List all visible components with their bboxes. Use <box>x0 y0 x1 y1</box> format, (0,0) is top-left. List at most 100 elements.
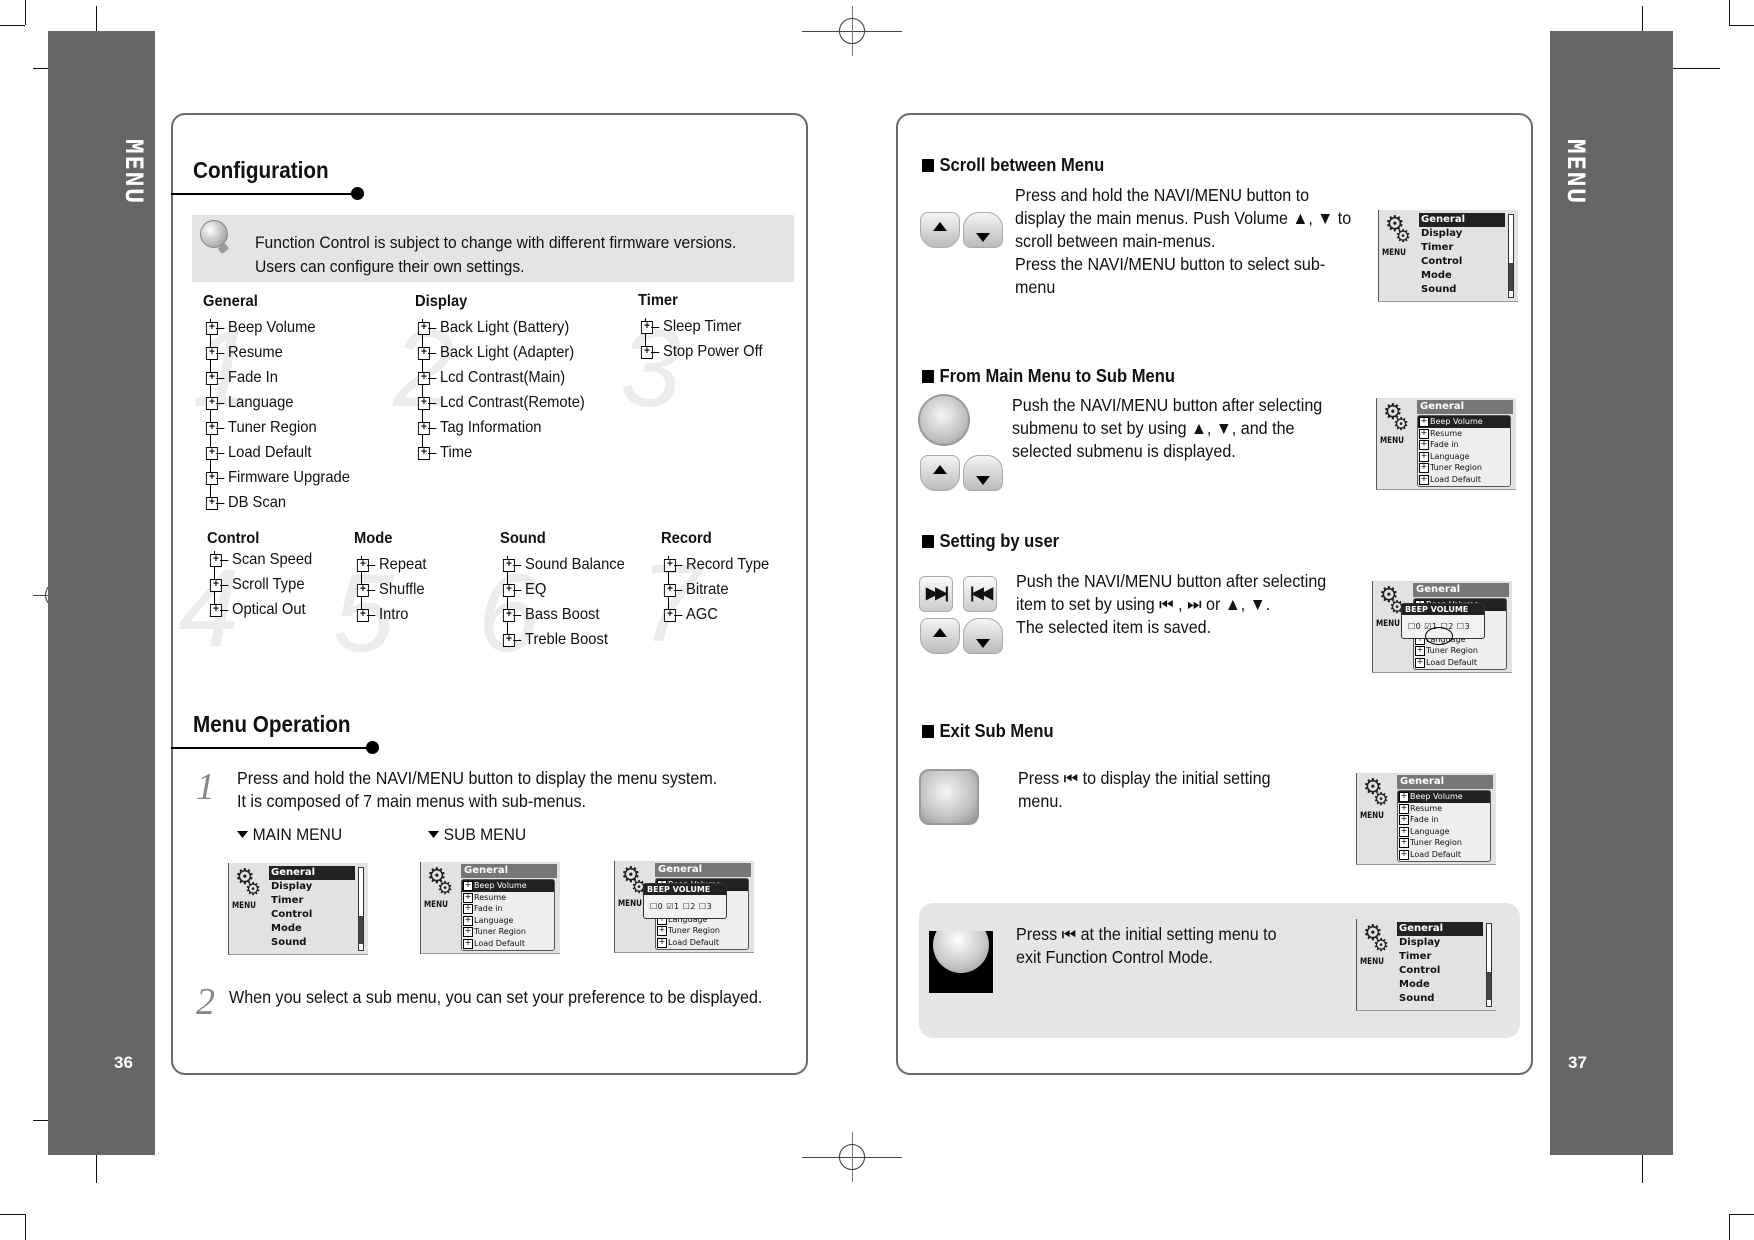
menu-item: Resume <box>205 342 350 367</box>
menu-item: Record Type <box>663 554 769 579</box>
popup: BEEP VOLUME ☐0 ☑1 ☐2 ☐3 <box>643 883 727 919</box>
menu-item: Tuner Region <box>205 417 350 442</box>
skip-forward-button-icon: ▶▶| <box>919 576 953 612</box>
menu-item: Sound Balance <box>503 554 625 579</box>
volume-up-button-icon <box>920 455 960 491</box>
navi-menu-knob-icon <box>918 394 970 446</box>
gear-icon: ⚙ <box>1395 226 1412 247</box>
menu-operation-title: Menu Operation <box>193 711 351 737</box>
lcd-row: Display <box>271 881 313 892</box>
title-rule-dot <box>351 187 364 200</box>
section-text: Press and hold the NAVI/MENU button to d… <box>1015 185 1352 297</box>
menu-item: Tag Information <box>417 417 585 442</box>
tip-line: Users can configure their own settings. <box>255 257 525 276</box>
menu-item: Stop Power Off <box>640 341 763 366</box>
menu-item: EQ <box>503 579 625 604</box>
right-sidebar: MENU 37 <box>1550 31 1673 1155</box>
lcd-sub-menu: ⚙⚙ MENU General Beep Volume Resume Fade … <box>1356 773 1496 865</box>
left-sidebar: MENU 36 <box>48 31 155 1155</box>
menu-item: Bitrate <box>663 579 769 604</box>
menu-item: Shuffle <box>357 579 426 604</box>
gear-icon: ⚙ <box>1373 789 1390 810</box>
section-title: Setting by user <box>922 531 1059 552</box>
tip-line: Function Control is subject to change wi… <box>255 233 737 252</box>
square-bullet-icon <box>922 725 934 738</box>
lcd-beep-volume-popup: ⚙⚙ MENU General Beep Volume Resume Fade … <box>1372 581 1512 673</box>
tip-box: Function Control is subject to change wi… <box>192 215 794 282</box>
menu-item: Fade In <box>205 367 350 392</box>
config-group-general: General Beep Volume Resume Fade In Langu… <box>203 293 360 517</box>
square-bullet-icon <box>922 159 934 172</box>
gear-icon: ⚙ <box>1373 935 1390 956</box>
config-group-display: Display Back Light (Battery) Back Light … <box>415 293 597 467</box>
config-group-mode: Mode Repeat Shuffle Intro <box>354 530 431 629</box>
title-rule-dot <box>366 741 379 754</box>
menu-item: Lcd Contrast(Remote) <box>417 392 585 417</box>
section-text: Push the NAVI/MENU button after selectin… <box>1016 571 1327 637</box>
config-group-control: Control Scan Speed Scroll Type Optical O… <box>207 530 319 624</box>
triangle-down-icon <box>428 831 440 838</box>
group-title: Mode <box>354 530 393 547</box>
step-text: When you select a sub menu, you can set … <box>229 987 763 1007</box>
menu-item: Scan Speed <box>209 549 312 574</box>
exit-note-text: Press ⏮ at the initial setting menu to e… <box>1016 924 1277 967</box>
menu-item: Treble Boost <box>503 629 625 654</box>
section-text: Press ⏮ to display the initial setting m… <box>1018 768 1271 811</box>
menu-item: Back Light (Battery) <box>417 317 585 342</box>
selection-circle <box>1425 627 1453 645</box>
group-title: General <box>203 293 258 310</box>
volume-up-button-icon <box>920 212 960 248</box>
triangle-down-icon <box>237 831 249 838</box>
lcd-beep-volume-popup: ⚙⚙ MENU General Beep Volume Resume Fade … <box>614 861 754 953</box>
menu-item: Bass Boost <box>503 604 625 629</box>
menu-item: Language <box>205 392 350 417</box>
navi-menu-knob-icon <box>919 769 979 825</box>
lcd-row: General <box>269 866 355 880</box>
lcd-main-menu: ⚙ ⚙ MENU General Display Timer Control Mo… <box>1356 919 1496 1011</box>
menu-item: Repeat <box>357 554 426 579</box>
sidebar-label: MENU <box>1562 139 1590 205</box>
menu-item: Sleep Timer <box>640 316 763 341</box>
lightbulb-icon <box>200 220 228 248</box>
volume-down-button-icon <box>963 212 1003 248</box>
config-group-record: Record Record Type Bitrate AGC <box>661 530 776 629</box>
menu-item: Back Light (Adapter) <box>417 342 585 367</box>
navi-menu-knob-icon <box>929 931 993 993</box>
square-bullet-icon <box>922 535 934 548</box>
menu-item: Beep Volume <box>205 317 350 342</box>
volume-down-button-icon <box>963 618 1003 654</box>
group-title: Display <box>415 293 468 310</box>
lcd-row: Sound <box>271 937 307 948</box>
config-group-sound: Sound Sound Balance EQ Bass Boost Treble… <box>500 530 634 654</box>
square-bullet-icon <box>922 370 934 383</box>
section-title: Exit Sub Menu <box>922 721 1054 742</box>
lcd-main-menu: ⚙ ⚙ MENU General Display Timer Control Mo… <box>228 863 368 955</box>
volume-down-button-icon <box>963 455 1003 491</box>
title-rule <box>171 193 357 195</box>
menu-item: Scroll Type <box>209 574 312 599</box>
menu-item: Firmware Upgrade <box>205 467 350 492</box>
scrollbar <box>358 867 364 951</box>
page-number: 37 <box>1568 1053 1587 1072</box>
section-title: From Main Menu to Sub Menu <box>922 366 1175 387</box>
group-title: Timer <box>638 292 678 309</box>
title-rule <box>171 747 371 749</box>
section-text: Push the NAVI/MENU button after selectin… <box>1012 395 1323 461</box>
lcd-row: Control <box>271 909 313 920</box>
config-group-timer: Timer Sleep Timer Stop Power Off <box>638 292 771 366</box>
exit-note-box: Press ⏮ at the initial setting menu to e… <box>919 903 1520 1038</box>
menu-item: Intro <box>357 604 426 629</box>
scrollbar <box>1508 214 1514 298</box>
section-title: Scroll between Menu <box>922 155 1104 176</box>
lcd-row: Mode <box>271 923 302 934</box>
gear-icon: ⚙ <box>1393 414 1410 435</box>
gear-icon: ⚙ <box>245 879 262 900</box>
sidebar-label: MENU <box>120 139 148 205</box>
menu-item: Optical Out <box>209 599 312 624</box>
lcd-sub-menu: ⚙⚙ MENU General Beep Volume Resume Fade … <box>420 862 560 954</box>
menu-item: Load Default <box>205 442 350 467</box>
lcd-main-menu: ⚙ ⚙ MENU General Display Timer Control Mo… <box>1378 210 1518 302</box>
sub-menu-caption: SUB MENU <box>428 825 526 845</box>
menu-item: AGC <box>663 604 769 629</box>
main-menu-caption: MAIN MENU <box>237 825 342 845</box>
